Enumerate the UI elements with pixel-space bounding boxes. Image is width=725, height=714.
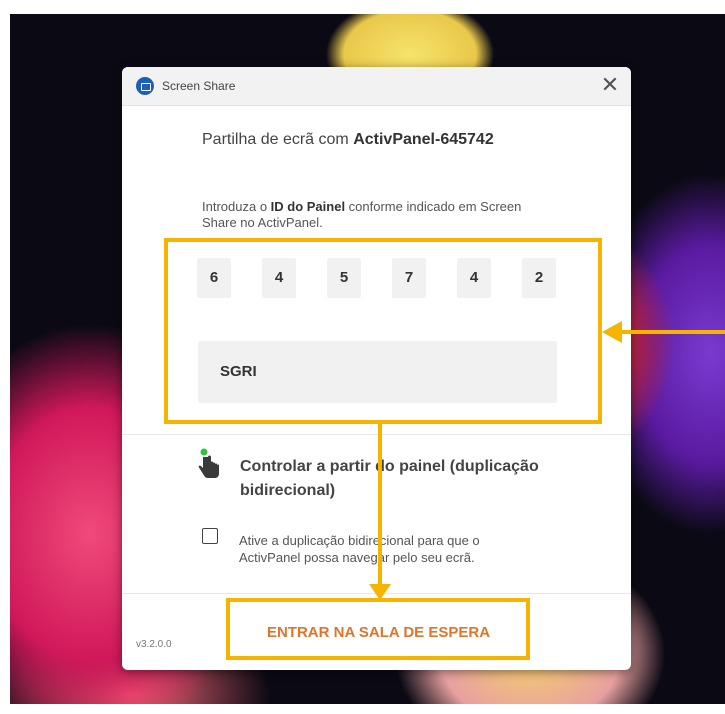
bidirectional-control-title: Controlar a partir do painel (duplicação… <box>240 458 539 499</box>
version-label: v3.2.0.0 <box>136 639 172 650</box>
title-bar: Screen Share ✕ <box>122 67 631 106</box>
screen-share-icon <box>136 77 154 95</box>
annotation-arrow-down-icon <box>369 584 391 600</box>
panel-name: ActivPanel-645742 <box>353 131 494 148</box>
close-button[interactable]: ✕ <box>599 74 621 97</box>
annotation-highlight-button <box>226 598 530 660</box>
heading-prefix: Partilha de ecrã com <box>202 131 354 148</box>
touch-hand-icon <box>198 448 219 478</box>
annotation-highlight-inputs <box>164 238 602 424</box>
annotation-arrow-left-line <box>620 330 725 334</box>
bidirectional-checkbox-label: Ative a duplicação bidirecional para que… <box>239 533 480 565</box>
window-title: Screen Share <box>162 79 236 93</box>
share-heading: Partilha de ecrã com ActivPanel-645742 <box>202 131 494 149</box>
instructions-text: Introduza o ID do Painel conforme indica… <box>202 199 542 231</box>
instructions-part1: Introduza o <box>202 199 271 214</box>
instructions-bold: ID do Painel <box>270 199 346 214</box>
annotation-arrow-line <box>378 424 382 590</box>
bidirectional-checkbox[interactable] <box>202 528 218 544</box>
divider <box>122 434 631 435</box>
annotation-arrow-left-icon <box>602 321 622 343</box>
